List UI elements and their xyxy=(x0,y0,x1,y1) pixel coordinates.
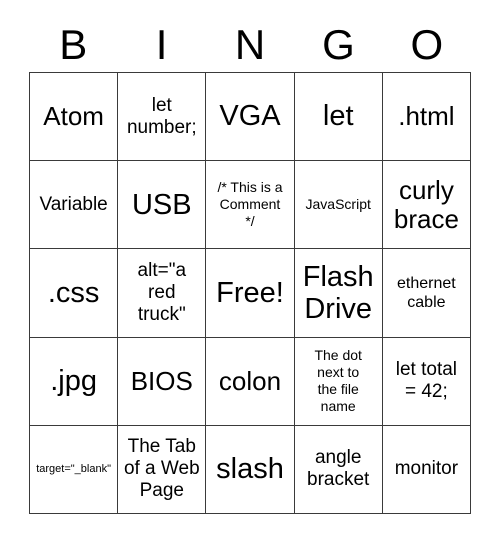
bingo-cell-label: let number; xyxy=(126,94,197,138)
bingo-cell-label: BIOS xyxy=(130,365,193,396)
bingo-cell-label: USB xyxy=(131,188,192,221)
bingo-cell-r1c1[interactable]: Atom xyxy=(30,73,119,162)
bingo-cell-label: /* This is a Comment */ xyxy=(217,179,283,230)
bingo-cell-label: .html xyxy=(398,101,455,132)
bingo-cell-label: alt="a red truck" xyxy=(137,259,187,325)
bingo-cell-r1c5[interactable]: .html xyxy=(382,73,471,162)
bingo-header-letter-o: O xyxy=(410,21,444,68)
bingo-cell-r2c4[interactable]: JavaScript xyxy=(294,161,383,250)
bingo-cell-r5c1[interactable]: target="_blank" xyxy=(30,425,119,514)
bingo-card: B I N G O Atom let number; VGA let .html… xyxy=(0,0,500,544)
bingo-cell-r1c4[interactable]: let xyxy=(294,73,383,162)
bingo-cell-r3c2[interactable]: alt="a red truck" xyxy=(118,249,207,338)
bingo-cell-label: Free! xyxy=(216,276,284,309)
bingo-header-letter-n: N xyxy=(234,21,266,68)
bingo-cell-label: slash xyxy=(216,453,284,486)
bingo-header-letter-g: G xyxy=(322,21,355,68)
bingo-cell-label: The dot next to the file name xyxy=(314,347,362,415)
bingo-cell-r2c5[interactable]: curly brace xyxy=(382,161,471,250)
bingo-cell-r4c4[interactable]: The dot next to the file name xyxy=(294,337,383,426)
bingo-cell-r5c4[interactable]: angle bracket xyxy=(294,425,383,514)
bingo-cell-label: colon xyxy=(218,365,282,396)
bingo-cell-label: Atom xyxy=(43,101,104,132)
bingo-cell-label: .css xyxy=(47,276,100,309)
bingo-cell-r4c2[interactable]: BIOS xyxy=(118,337,207,426)
bingo-cell-label: let xyxy=(322,100,354,133)
bingo-cell-r5c3[interactable]: slash xyxy=(206,425,295,514)
bingo-cell-r2c1[interactable]: Variable xyxy=(30,161,119,250)
bingo-cell-r3c1[interactable]: .css xyxy=(30,249,119,338)
bingo-cell-r3c4[interactable]: Flash Drive xyxy=(294,249,383,338)
bingo-cell-r2c2[interactable]: USB xyxy=(118,161,207,250)
bingo-grid: Atom let number; VGA let .html Variable … xyxy=(29,72,471,514)
bingo-cell-r2c3[interactable]: /* This is a Comment */ xyxy=(206,161,295,250)
bingo-cell-label: JavaScript xyxy=(305,196,371,213)
bingo-cell-label: angle bracket xyxy=(307,447,370,491)
bingo-cell-label: Flash Drive xyxy=(302,260,374,325)
bingo-header-letter-b: B xyxy=(59,21,88,68)
bingo-cell-r1c2[interactable]: let number; xyxy=(118,73,207,162)
bingo-cell-r4c5[interactable]: let total = 42; xyxy=(382,337,471,426)
bingo-cell-label: ethernet cable xyxy=(397,274,456,311)
bingo-cell-r5c2[interactable]: The Tab of a Web Page xyxy=(118,425,207,514)
bingo-cell-label: curly brace xyxy=(393,174,459,234)
bingo-cell-label: Variable xyxy=(39,193,108,215)
bingo-cell-label: VGA xyxy=(219,100,281,133)
bingo-cell-r3c5[interactable]: ethernet cable xyxy=(382,249,471,338)
bingo-cell-r5c5[interactable]: monitor xyxy=(382,425,471,514)
bingo-cell-label: monitor xyxy=(394,458,459,480)
bingo-cell-r3c3-free[interactable]: Free! xyxy=(206,249,295,338)
bingo-cell-r1c3[interactable]: VGA xyxy=(206,73,295,162)
bingo-cell-label: .jpg xyxy=(50,364,97,397)
bingo-cell-label: let total = 42; xyxy=(395,359,458,403)
bingo-cell-r4c3[interactable]: colon xyxy=(206,337,295,426)
bingo-header-letter-i: I xyxy=(155,21,168,68)
bingo-cell-label: target="_blank" xyxy=(36,462,111,475)
bingo-header: B I N G O xyxy=(29,18,471,72)
bingo-cell-r4c1[interactable]: .jpg xyxy=(30,337,119,426)
bingo-cell-label: The Tab of a Web Page xyxy=(123,436,200,502)
